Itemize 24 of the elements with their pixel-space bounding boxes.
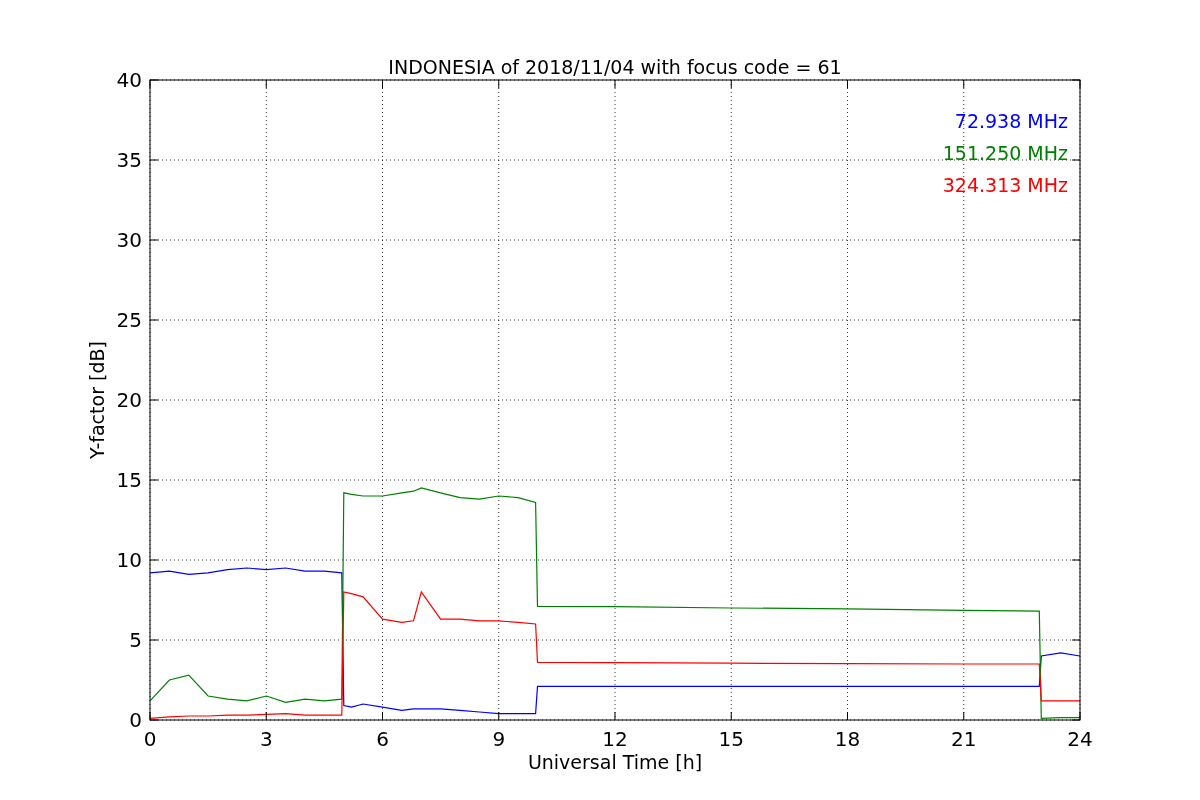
chart-title: INDONESIA of 2018/11/04 with focus code = 61 [388, 56, 842, 78]
tick-label: 12 [602, 727, 628, 751]
legend-label: 151.250 MHz [942, 142, 1068, 164]
tick-label: 10 [116, 548, 142, 572]
tick-label: 40 [116, 68, 142, 92]
tick-label: 9 [492, 727, 506, 751]
tick-label: 30 [116, 228, 142, 252]
tick-label: 35 [116, 148, 142, 172]
tick-label: 25 [116, 308, 142, 332]
tick-label: 15 [718, 727, 744, 751]
x-axis-label: Universal Time [h] [527, 751, 703, 773]
y-axis-label: Y-factor [dB] [86, 341, 108, 459]
tick-label: 0 [129, 708, 142, 732]
tick-label: 0 [143, 727, 157, 751]
tick-label: 6 [376, 727, 389, 751]
tick-label: 5 [129, 628, 142, 652]
legend-label: 324.313 MHz [942, 174, 1068, 196]
tick-label: 15 [116, 468, 142, 492]
tick-label: 18 [834, 727, 861, 751]
tick-label: 20 [116, 388, 142, 412]
tick-label: 3 [259, 727, 273, 751]
tick-label: 24 [1067, 727, 1093, 751]
tick-label: 21 [951, 727, 977, 751]
legend-label: 72.938 MHz [954, 110, 1068, 132]
